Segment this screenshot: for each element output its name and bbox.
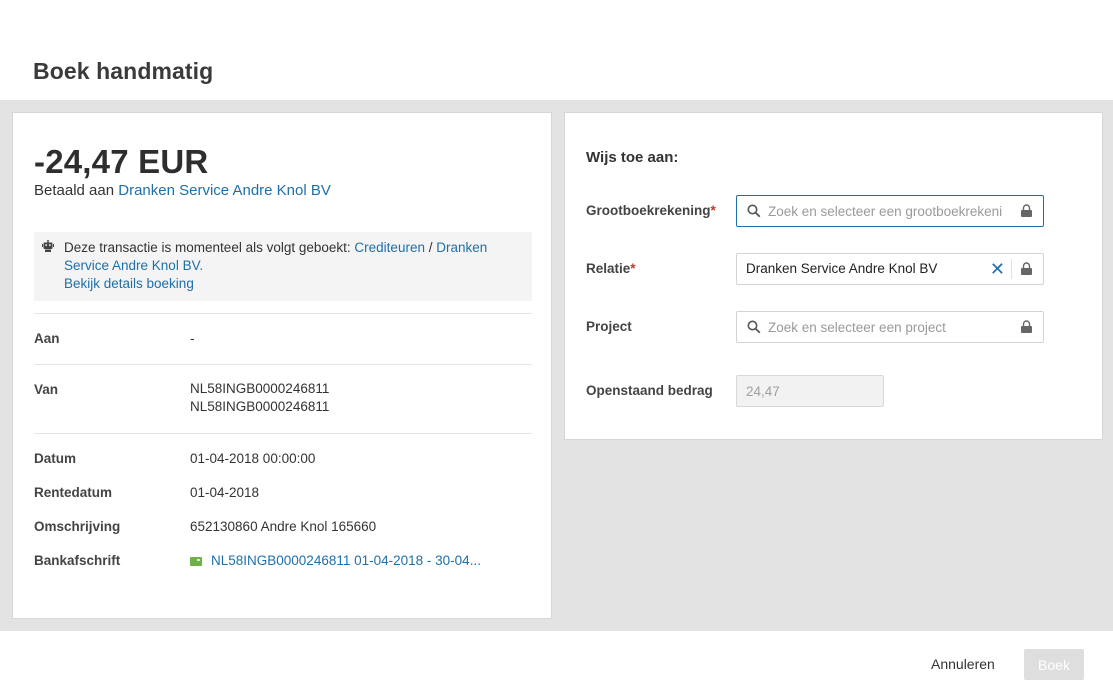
datum-value: 01-04-2018 00:00:00 (190, 451, 316, 466)
bankafschrift-value: NL58INGB0000246811 01-04-2018 - 30-04... (190, 552, 481, 570)
dialog-footer: Annuleren Boek (0, 631, 1113, 696)
paid-to-prefix: Betaald aan (34, 182, 115, 199)
bank-statement-link[interactable]: NL58INGB0000246811 01-04-2018 - 30-04... (211, 553, 481, 568)
dialog-header: Boek handmatig (0, 0, 1113, 100)
van-account-2: NL58INGB0000246811 (190, 399, 330, 414)
grootboek-field[interactable]: Zoek en selecteer een grootboekrekeni (736, 195, 1044, 227)
rentedatum-label: Rentedatum (34, 485, 113, 500)
booking-info-text: Deze transactie is momenteel als volgt g… (64, 239, 524, 293)
project-field[interactable]: Zoek en selecteer een project (736, 311, 1044, 343)
booking-info-box: Deze transactie is momenteel als volgt g… (34, 232, 532, 301)
paid-to-line: Betaald aan Dranken Service Andre Knol B… (34, 182, 331, 199)
omschrijving-value: 652130860 Andre Knol 165660 (190, 519, 377, 534)
lock-icon[interactable] (1020, 262, 1033, 275)
clear-icon[interactable]: ✕ (990, 260, 1005, 278)
grootboek-label-text: Grootboekrekening (586, 203, 711, 218)
crediteuren-link[interactable]: Crediteuren (354, 240, 425, 255)
relatie-value[interactable]: Dranken Service Andre Knol BV (746, 261, 937, 276)
paid-to-link[interactable]: Dranken Service Andre Knol BV (118, 182, 331, 199)
van-value: NL58INGB0000246811 NL58INGB0000246811 (190, 380, 329, 416)
lock-icon[interactable] (1020, 204, 1033, 217)
page-title: Boek handmatig (33, 58, 214, 84)
openstaand-value: 24,47 (746, 384, 780, 399)
required-marker: * (710, 203, 716, 218)
divider (34, 313, 532, 314)
aan-value: - (190, 331, 195, 346)
relatie-label: Relatie* (586, 261, 636, 276)
datum-label: Datum (34, 451, 77, 466)
relatie-field[interactable]: Dranken Service Andre Knol BV ✕ (736, 253, 1044, 285)
booking-details-link[interactable]: Bekijk details boeking (64, 276, 194, 291)
rentedatum-value: 01-04-2018 (190, 485, 260, 500)
omschrijving-label: Omschrijving (34, 519, 121, 534)
robot-icon (42, 240, 54, 252)
openstaand-label: Openstaand bedrag (586, 383, 713, 398)
aan-label: Aan (34, 331, 60, 346)
required-marker: * (630, 261, 636, 276)
search-icon (747, 320, 761, 334)
lock-icon[interactable] (1020, 320, 1033, 333)
transaction-panel: -24,47 EUR Betaald aan Dranken Service A… (12, 112, 552, 619)
dialog-body: -24,47 EUR Betaald aan Dranken Service A… (0, 100, 1113, 631)
divider (34, 364, 532, 365)
van-account-1: NL58INGB0000246811 (190, 381, 330, 396)
van-label: Van (34, 382, 59, 397)
bank-statement-icon (190, 557, 202, 566)
booking-info-message: Deze transactie is momenteel als volgt g… (64, 240, 351, 255)
divider (34, 433, 532, 434)
assign-title: Wijs toe aan: (586, 149, 679, 166)
project-label: Project (586, 319, 632, 334)
grootboek-input[interactable]: Zoek en selecteer een grootboekrekeni (768, 204, 1013, 219)
cancel-button[interactable]: Annuleren (921, 649, 1005, 679)
openstaand-field: 24,47 (736, 375, 884, 407)
transaction-amount: -24,47 EUR (34, 143, 209, 180)
search-icon (747, 204, 761, 218)
bankafschrift-label: Bankafschrift (34, 553, 121, 568)
project-input[interactable]: Zoek en selecteer een project (768, 320, 1013, 335)
relatie-label-text: Relatie (586, 261, 631, 276)
booking-info-separator: / (428, 240, 433, 255)
assign-panel: Wijs toe aan: Grootboekrekening* Zoek en… (564, 112, 1103, 440)
field-separator (1011, 259, 1012, 279)
book-button[interactable]: Boek (1024, 649, 1084, 680)
grootboek-label: Grootboekrekening* (586, 203, 716, 218)
